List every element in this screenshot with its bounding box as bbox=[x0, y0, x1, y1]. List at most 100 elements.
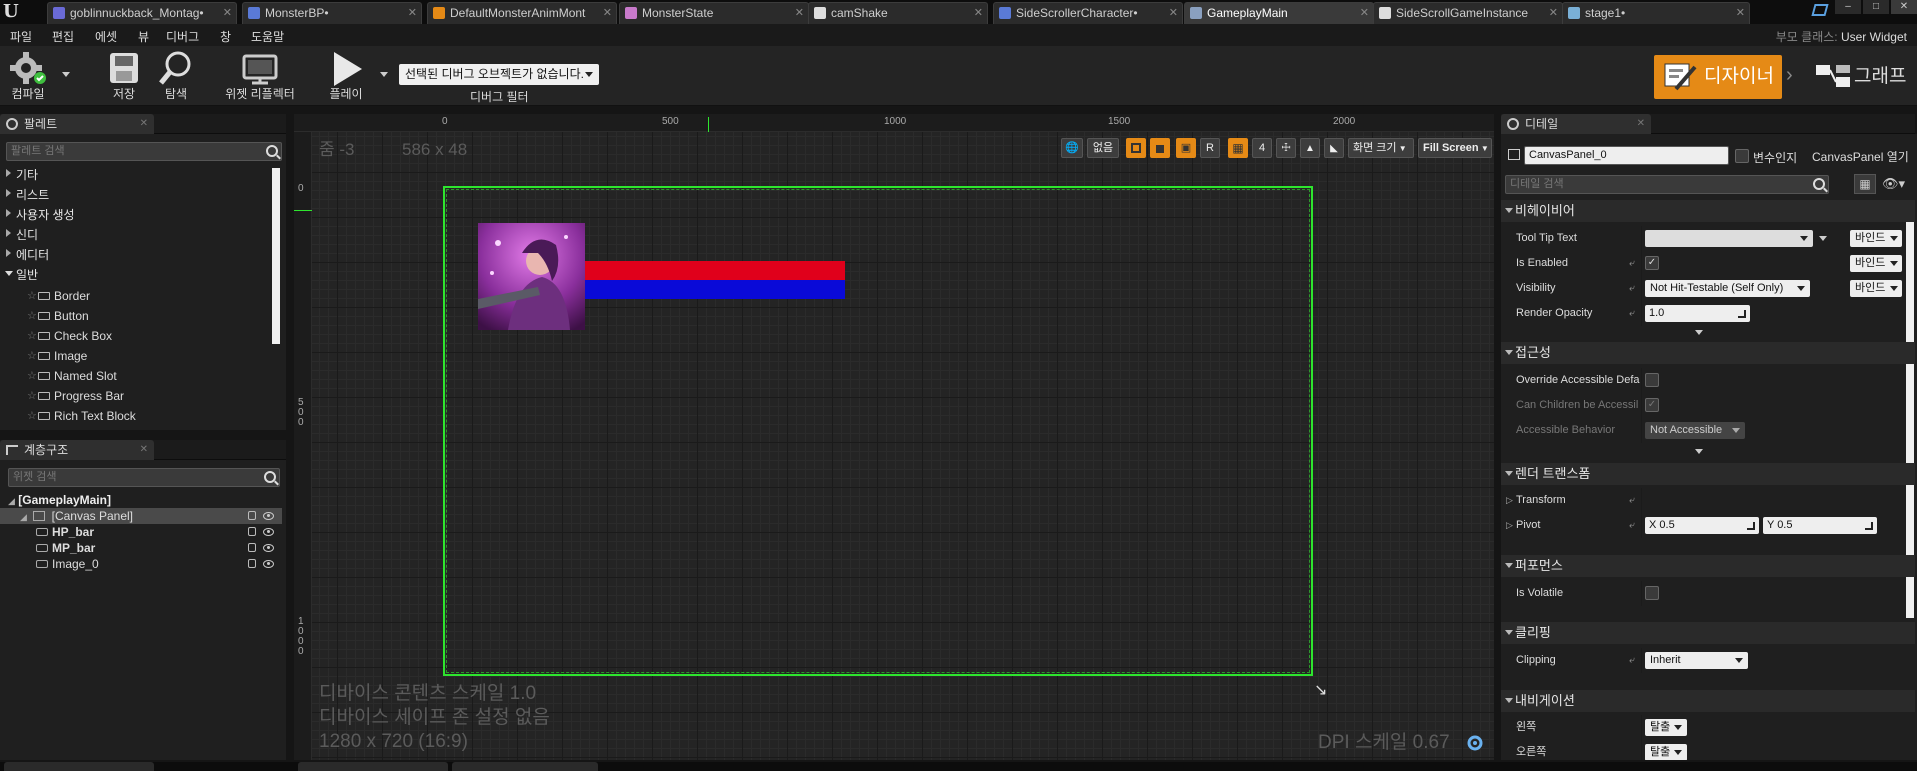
palette-item[interactable]: ☆ Rich Text Block bbox=[0, 406, 276, 426]
tooltip-dropdown-chevron-icon[interactable] bbox=[1819, 236, 1827, 245]
reset-arrow-icon[interactable]: ⤶ bbox=[1629, 513, 1635, 538]
render-opacity-input[interactable]: 1.0 bbox=[1645, 305, 1750, 322]
lock-toggle[interactable] bbox=[1150, 138, 1170, 158]
play-options-chevron-icon[interactable] bbox=[380, 72, 388, 81]
localization-preview-button[interactable]: 없음 bbox=[1087, 138, 1119, 158]
widget-name-input[interactable]: CanvasPanel_0 bbox=[1524, 146, 1729, 165]
favorite-star-icon[interactable]: ☆ bbox=[27, 366, 37, 386]
mp-bar[interactable] bbox=[585, 280, 845, 299]
close-tab-icon[interactable]: ✕ bbox=[603, 3, 612, 23]
close-tab-icon[interactable]: ✕ bbox=[223, 3, 232, 23]
close-tab-icon[interactable]: ✕ bbox=[974, 3, 983, 23]
is-volatile-checkbox[interactable] bbox=[1645, 586, 1659, 600]
screen-size-dropdown[interactable]: 화면 크기 ▼ bbox=[1348, 138, 1414, 158]
bind-is-enabled-button[interactable]: 바인드 bbox=[1850, 255, 1902, 272]
palette-category[interactable]: 리스트 bbox=[6, 186, 49, 203]
document-tab[interactable]: goblinnuckback_Montag• ✕ bbox=[47, 2, 237, 24]
palette-category[interactable]: 신디 bbox=[6, 226, 38, 243]
close-tab-icon[interactable]: ✕ bbox=[140, 440, 148, 460]
hierarchy-tab[interactable]: 계층구조 ✕ bbox=[0, 440, 154, 460]
close-tab-icon[interactable]: ✕ bbox=[408, 3, 417, 23]
close-tab-icon[interactable]: ✕ bbox=[795, 3, 804, 23]
save-button[interactable]: 저장 bbox=[100, 48, 148, 104]
palette-item[interactable]: ☆ Image bbox=[0, 346, 276, 366]
close-tab-icon[interactable]: ✕ bbox=[140, 114, 148, 134]
palette-category[interactable]: 사용자 생성 bbox=[6, 206, 75, 223]
document-tab[interactable]: MonsterBP• ✕ bbox=[242, 2, 422, 24]
override-accessible-checkbox[interactable] bbox=[1645, 373, 1659, 387]
close-tab-icon[interactable]: ✕ bbox=[1549, 3, 1558, 23]
bind-tooltip-button[interactable]: 바인드 bbox=[1850, 230, 1902, 247]
section-clipping[interactable]: 클리핑 bbox=[1501, 622, 1915, 644]
minimize-icon[interactable]: – bbox=[1835, 0, 1861, 14]
flip-button[interactable]: ◣ bbox=[1324, 138, 1344, 158]
palette-tab[interactable]: 팔레트 ✕ bbox=[0, 114, 154, 134]
favorite-star-icon[interactable]: ☆ bbox=[27, 286, 37, 306]
browse-button[interactable]: 탐색 bbox=[152, 48, 200, 104]
palette-category[interactable]: 에디터 bbox=[6, 246, 49, 263]
section-behavior[interactable]: 비헤이비어 bbox=[1501, 200, 1915, 222]
bind-visibility-button[interactable]: 바인드 bbox=[1850, 280, 1902, 297]
favorite-star-icon[interactable]: ☆ bbox=[27, 326, 37, 346]
children-accessible-checkbox[interactable]: ✓ bbox=[1645, 398, 1659, 412]
widget-reflector-button[interactable]: 위젯 리플렉터 bbox=[220, 48, 300, 104]
reset-arrow-icon[interactable]: ⤶ bbox=[1629, 488, 1635, 513]
close-tab-icon[interactable]: ✕ bbox=[1637, 114, 1645, 134]
expand-advanced-icon[interactable] bbox=[1694, 330, 1704, 338]
document-tab[interactable]: SideScrollerCharacter• ✕ bbox=[993, 2, 1183, 24]
close-tab-icon[interactable]: ✕ bbox=[1736, 3, 1745, 23]
details-tab[interactable]: 디테일 ✕ bbox=[1501, 114, 1651, 134]
bottom-tab[interactable] bbox=[298, 762, 448, 771]
tooltip-text-input[interactable] bbox=[1645, 230, 1813, 247]
compile-options-chevron-icon[interactable] bbox=[62, 72, 70, 81]
bottom-tab[interactable] bbox=[452, 762, 598, 771]
background-image-button[interactable]: ▲ bbox=[1300, 138, 1320, 158]
palette-item[interactable]: ☆ Check Box bbox=[0, 326, 276, 346]
reset-arrow-icon[interactable]: ⤶ bbox=[1629, 301, 1635, 326]
pivot-y-input[interactable]: Y 0.5 bbox=[1763, 517, 1877, 534]
favorite-star-icon[interactable]: ☆ bbox=[27, 386, 37, 406]
hierarchy-search-input[interactable]: 위젯 검색 bbox=[8, 468, 280, 487]
play-button[interactable]: 플레이 bbox=[320, 48, 372, 104]
palette-category[interactable]: 일반 bbox=[4, 266, 38, 283]
expand-advanced-icon[interactable] bbox=[1694, 449, 1704, 457]
palette-scrollbar[interactable] bbox=[272, 168, 280, 344]
nav-left-dropdown[interactable]: 탈출 bbox=[1645, 719, 1687, 736]
property-matrix-icon[interactable]: ▦ bbox=[1854, 174, 1876, 194]
lock-icon[interactable] bbox=[248, 543, 256, 552]
close-tab-icon[interactable]: ✕ bbox=[1360, 3, 1369, 23]
visibility-eye-icon[interactable] bbox=[263, 544, 274, 552]
hierarchy-item[interactable]: HP_bar bbox=[0, 524, 282, 540]
reset-button[interactable]: R bbox=[1200, 138, 1220, 158]
visibility-eye-icon[interactable] bbox=[263, 512, 274, 520]
accessible-behavior-dropdown[interactable]: Not Accessible bbox=[1645, 422, 1745, 439]
favorite-star-icon[interactable]: ☆ bbox=[27, 346, 37, 366]
reset-arrow-icon[interactable]: ⤶ bbox=[1629, 251, 1635, 276]
respect-locks-toggle[interactable] bbox=[1126, 138, 1146, 158]
menu-item[interactable]: 도움말 bbox=[251, 28, 284, 45]
menu-item[interactable]: 에셋 bbox=[95, 28, 117, 45]
is-enabled-checkbox[interactable]: ✓ bbox=[1645, 256, 1659, 270]
close-window-icon[interactable]: ✕ bbox=[1891, 0, 1917, 14]
palette-item[interactable]: ☆ Button bbox=[0, 306, 276, 326]
grid-snap-toggle[interactable]: ▦ bbox=[1228, 138, 1248, 158]
bottom-tab[interactable] bbox=[4, 762, 154, 771]
document-tab[interactable]: DefaultMonsterAnimMont ✕ bbox=[427, 2, 617, 24]
grid-size-value[interactable]: 4 bbox=[1252, 138, 1272, 158]
palette-search-input[interactable]: 팔레트 검색 bbox=[6, 142, 282, 161]
maximize-icon[interactable]: □ bbox=[1863, 0, 1889, 14]
visibility-eye-icon[interactable] bbox=[263, 560, 274, 568]
palette-item[interactable]: ☆ Border bbox=[0, 286, 276, 306]
zoom-fit-button[interactable]: ☩ bbox=[1276, 138, 1296, 158]
document-tab[interactable]: GameplayMain ✕ bbox=[1184, 2, 1374, 24]
section-performance[interactable]: 퍼포먼스 bbox=[1501, 555, 1915, 577]
nav-right-dropdown[interactable]: 탈출 bbox=[1645, 744, 1687, 760]
close-tab-icon[interactable]: ✕ bbox=[1169, 3, 1178, 23]
lock-icon[interactable] bbox=[248, 527, 256, 536]
localization-globe-icon[interactable]: 🌐 bbox=[1061, 138, 1083, 158]
reset-arrow-icon[interactable]: ⤶ bbox=[1629, 276, 1635, 301]
marketplace-icon[interactable] bbox=[1811, 4, 1829, 16]
palette-item[interactable]: ☆ Progress Bar bbox=[0, 386, 276, 406]
designer-mode-button[interactable]: 디자이너 bbox=[1654, 55, 1782, 99]
menu-item[interactable]: 뷰 bbox=[138, 28, 149, 45]
